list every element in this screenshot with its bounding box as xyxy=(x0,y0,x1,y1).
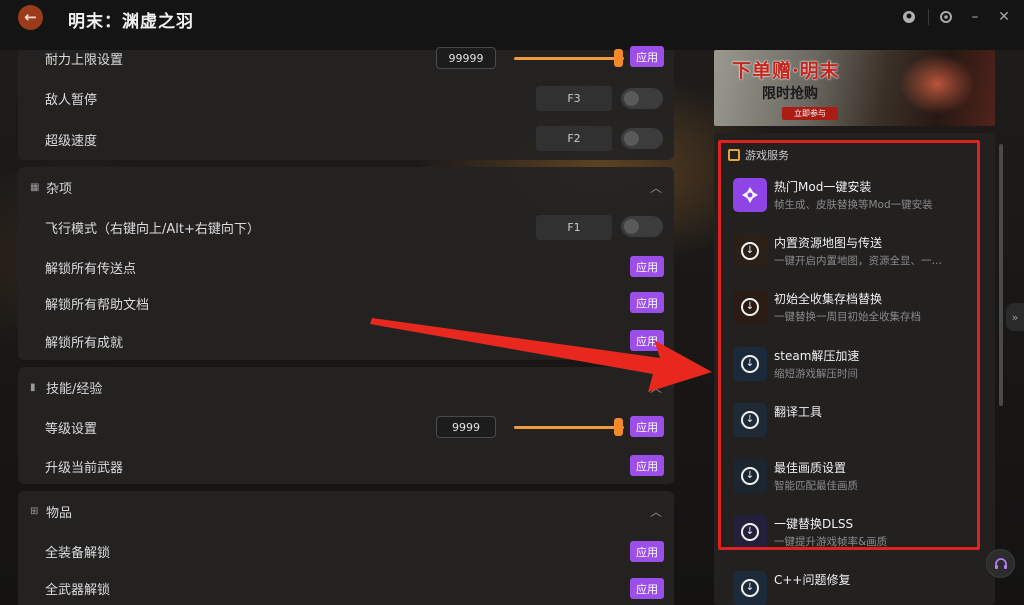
chevron-right-icon[interactable]: » xyxy=(1006,303,1024,331)
fly-mode-row: 飞行模式（右键向上/Alt+右键向下） F1 xyxy=(18,208,674,246)
apply-button[interactable]: 应用 xyxy=(630,256,664,277)
row-label: 解锁所有成就 xyxy=(45,335,124,351)
user-icon[interactable] xyxy=(900,8,918,26)
apply-button[interactable]: 应用 xyxy=(630,541,664,562)
unlock-all-weapons-row: 全武器解锁 应用 xyxy=(18,569,674,605)
toggle-knob xyxy=(624,131,639,146)
row-label: 敌人暂停 xyxy=(45,92,98,108)
fly-mode-toggle[interactable] xyxy=(621,216,663,237)
items-section: ⊞ 物品 ︿ 全装备解锁 应用 全武器解锁 应用 xyxy=(18,491,674,605)
unlock-achievements-row: 解锁所有成就 应用 xyxy=(18,322,674,360)
bar-chart-icon: ▮ xyxy=(30,381,36,393)
section-header[interactable]: ▦ 杂项 ︿ xyxy=(18,167,674,207)
headset-icon[interactable] xyxy=(986,549,1015,578)
minimize-icon[interactable]: – xyxy=(966,8,984,26)
freeze-enemies-row: 敌人暂停 F3 xyxy=(18,79,674,117)
title-divider xyxy=(928,9,929,25)
row-label: 全武器解锁 xyxy=(45,582,111,598)
grid-icon: ▦ xyxy=(30,181,40,193)
settings-icon[interactable] xyxy=(937,8,955,26)
level-value-input[interactable]: 9999 xyxy=(436,416,496,438)
super-speed-toggle[interactable] xyxy=(621,128,663,149)
row-label: 耐力上限设置 xyxy=(45,52,124,68)
close-icon[interactable]: ✕ xyxy=(995,8,1013,26)
slider-thumb[interactable] xyxy=(614,418,623,436)
banner-character-image xyxy=(867,54,987,126)
row-label: 全装备解锁 xyxy=(45,545,111,561)
highlight-box xyxy=(718,140,980,550)
section-title: 技能/经验 xyxy=(46,381,103,397)
promo-banner[interactable]: 下单赠·明末 限时抢购 立即参与 xyxy=(714,50,995,126)
toggle-knob xyxy=(624,219,639,234)
row-label: 解锁所有帮助文档 xyxy=(45,297,150,313)
apply-button[interactable]: 应用 xyxy=(630,330,664,351)
row-label: 超级速度 xyxy=(45,133,98,149)
services-scrollbar[interactable] xyxy=(999,144,1003,406)
level-setting-row: 等级设置 9999 应用 xyxy=(18,408,674,446)
super-speed-row: 超级速度 F2 xyxy=(18,120,674,158)
stamina-slider[interactable] xyxy=(514,49,624,67)
chevron-up-icon[interactable]: ︿ xyxy=(650,379,662,396)
back-button[interactable]: ← xyxy=(18,5,43,30)
row-label: 升级当前武器 xyxy=(45,460,124,476)
hotkey-button[interactable]: F1 xyxy=(536,215,612,240)
unlock-all-gear-row: 全装备解锁 应用 xyxy=(18,532,674,570)
toggle-knob xyxy=(624,91,639,106)
level-slider[interactable] xyxy=(514,418,624,436)
misc-section: ▦ 杂项 ︿ 飞行模式（右键向上/Alt+右键向下） F1 解锁所有传送点 应用… xyxy=(18,167,674,360)
service-item[interactable]: ↓ C++问题修复 xyxy=(733,571,973,605)
section-header[interactable]: ⊞ 物品 ︿ xyxy=(18,491,674,531)
apply-button[interactable]: 应用 xyxy=(630,455,664,476)
chevron-up-icon[interactable]: ︿ xyxy=(650,503,662,520)
apply-button[interactable]: 应用 xyxy=(630,292,664,313)
apply-button[interactable]: 应用 xyxy=(630,46,664,67)
section-title: 杂项 xyxy=(46,181,73,197)
hotkey-button[interactable]: F2 xyxy=(536,126,612,151)
unlock-teleports-row: 解锁所有传送点 应用 xyxy=(18,248,674,286)
app-title: 明末：渊虚之羽 xyxy=(68,12,194,32)
section-header[interactable]: ▮ 技能/经验 ︿ xyxy=(18,367,674,407)
cheat-panel-top: 耐力上限设置 99999 应用 敌人暂停 F3 超级速度 F2 xyxy=(18,46,674,160)
slider-thumb[interactable] xyxy=(614,49,623,67)
arrow-left-icon: ← xyxy=(24,8,37,26)
stamina-limit-row: 耐力上限设置 99999 应用 xyxy=(18,39,674,77)
box-icon: ⊞ xyxy=(30,505,39,517)
apply-button[interactable]: 应用 xyxy=(630,578,664,599)
freeze-enemies-toggle[interactable] xyxy=(621,88,663,109)
download-icon: ↓ xyxy=(733,571,767,605)
stamina-value-input[interactable]: 99999 xyxy=(436,47,496,69)
service-title: C++问题修复 xyxy=(774,573,851,587)
row-label: 等级设置 xyxy=(45,421,98,437)
row-label: 飞行模式（右键向上/Alt+右键向下） xyxy=(45,221,260,237)
chevron-up-icon[interactable]: ︿ xyxy=(650,179,662,196)
row-label: 解锁所有传送点 xyxy=(45,261,137,277)
skills-section: ▮ 技能/经验 ︿ 等级设置 9999 应用 升级当前武器 应用 xyxy=(18,367,674,484)
banner-subtitle: 限时抢购 xyxy=(762,86,818,102)
banner-title: 下单赠·明末 xyxy=(732,60,840,82)
apply-button[interactable]: 应用 xyxy=(630,416,664,437)
banner-button[interactable]: 立即参与 xyxy=(782,107,838,120)
hotkey-button[interactable]: F3 xyxy=(536,86,612,111)
section-title: 物品 xyxy=(46,505,73,521)
unlock-docs-row: 解锁所有帮助文档 应用 xyxy=(18,284,674,322)
upgrade-weapon-row: 升级当前武器 应用 xyxy=(18,447,674,485)
